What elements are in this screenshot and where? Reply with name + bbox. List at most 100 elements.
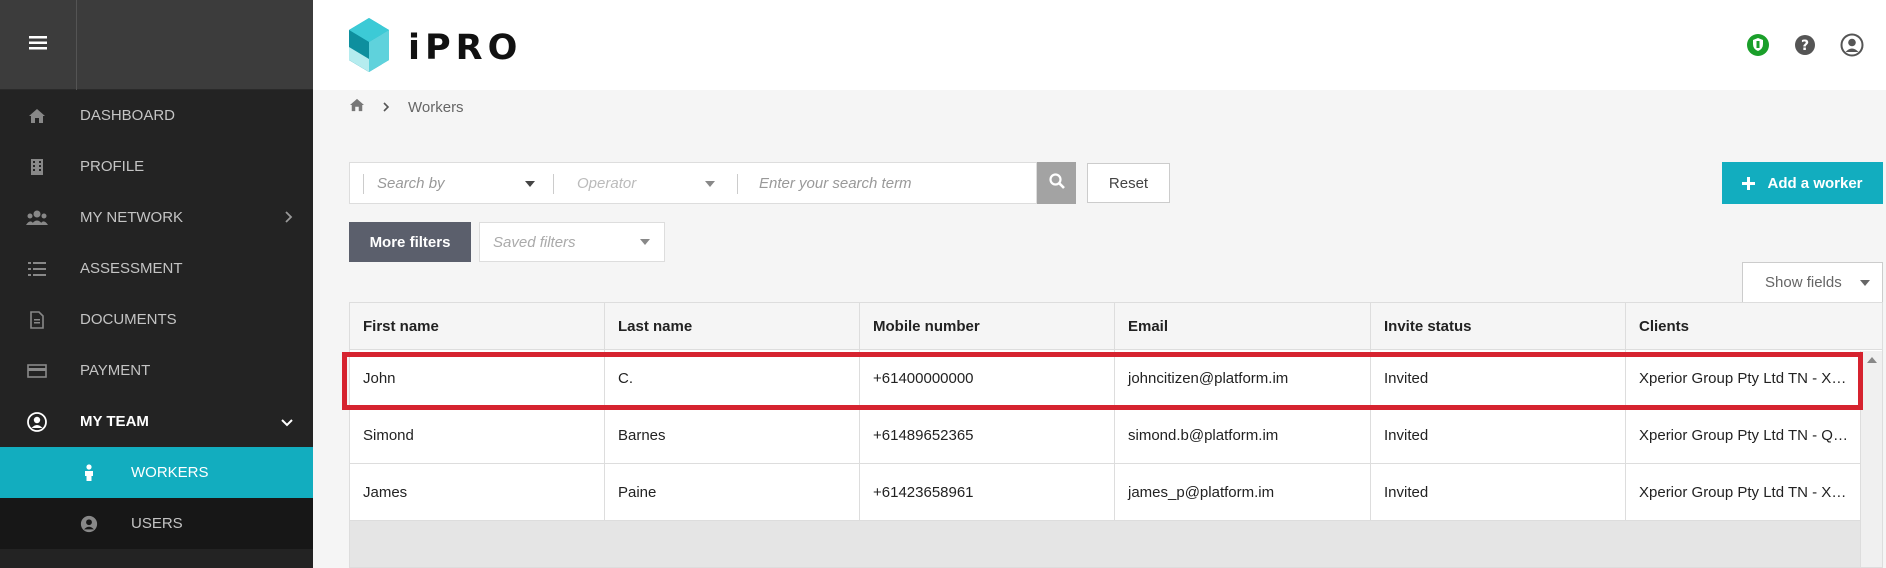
sidebar: DASHBOARD PROFILE MY NETWORK ASSESSMENT … <box>0 0 313 568</box>
column-header-first-name[interactable]: First name <box>350 303 605 349</box>
search-button[interactable] <box>1037 162 1076 204</box>
cell-mobile: +61400000000 <box>860 350 1115 406</box>
person-icon <box>77 461 101 485</box>
sidebar-item-label: WORKERS <box>131 464 209 481</box>
table-row[interactable]: John C. +61400000000 johncitizen@platfor… <box>350 350 1882 407</box>
shield-badge-icon[interactable] <box>1746 33 1770 62</box>
sidebar-item-dashboard[interactable]: DASHBOARD <box>0 90 313 141</box>
saved-filters-select[interactable]: Saved filters <box>479 222 665 262</box>
header-icons: ? <box>1746 33 1864 62</box>
search-icon <box>1048 172 1065 194</box>
document-icon <box>25 308 49 332</box>
svg-text:?: ? <box>1801 38 1809 54</box>
sidebar-item-label: USERS <box>131 515 183 532</box>
cell-last-name: C. <box>605 350 860 406</box>
chevron-right-icon <box>285 210 293 227</box>
help-icon[interactable]: ? <box>1794 34 1816 61</box>
operator-select[interactable]: Operator <box>551 162 735 204</box>
cell-first-name: James <box>350 464 605 520</box>
vertical-scrollbar[interactable] <box>1860 351 1882 567</box>
column-header-clients[interactable]: Clients <box>1626 303 1862 349</box>
cell-email: johncitizen@platform.im <box>1115 350 1371 406</box>
show-fields-button[interactable]: Show fields <box>1742 262 1883 303</box>
home-icon <box>25 104 49 128</box>
cell-clients: Xperior Group Pty Ltd TN - Xperior Group… <box>1626 464 1862 520</box>
sidebar-item-workers[interactable]: WORKERS <box>0 447 313 498</box>
sidebar-item-documents[interactable]: DOCUMENTS <box>0 294 313 345</box>
search-by-placeholder: Search by <box>377 174 445 192</box>
home-icon[interactable] <box>349 98 365 116</box>
reset-button[interactable]: Reset <box>1087 163 1170 203</box>
sidebar-item-users[interactable]: USERS <box>0 498 313 549</box>
search-by-select[interactable]: Search by <box>349 162 551 204</box>
top-header: iPRO ? <box>313 0 1886 90</box>
user-circle-icon <box>77 512 101 536</box>
breadcrumb-current: Workers <box>408 98 464 116</box>
user-circle-icon <box>25 410 49 434</box>
cell-clients: Xperior Group Pty Ltd TN - QLD Branch <box>1626 407 1862 463</box>
building-icon <box>25 155 49 179</box>
cell-clients: Xperior Group Pty Ltd TN - Xperior Group… <box>1626 350 1862 406</box>
cell-invite-status: Invited <box>1371 350 1626 406</box>
sidebar-item-profile[interactable]: PROFILE <box>0 141 313 192</box>
column-header-mobile[interactable]: Mobile number <box>860 303 1115 349</box>
chevron-down-icon <box>640 239 650 245</box>
cell-mobile: +61489652365 <box>860 407 1115 463</box>
list-icon <box>25 257 49 281</box>
hamburger-icon <box>29 35 47 55</box>
column-header-invite-status[interactable]: Invite status <box>1371 303 1626 349</box>
chevron-down-icon <box>281 414 293 431</box>
users-icon <box>25 206 49 230</box>
sidebar-item-label: ASSESSMENT <box>80 260 183 277</box>
cell-clients-text: Xperior Group Pty Ltd TN - Xperior Group… <box>1639 369 1862 387</box>
menu-toggle-button[interactable] <box>0 0 77 90</box>
column-header-last-name[interactable]: Last name <box>605 303 860 349</box>
add-worker-button[interactable]: Add a worker <box>1722 162 1883 204</box>
sidebar-item-label: PROFILE <box>80 158 145 175</box>
sidebar-item-payment[interactable]: PAYMENT <box>0 345 313 396</box>
sidebar-top <box>0 0 313 90</box>
table-row[interactable]: James Paine +61423658961 james_p@platfor… <box>350 464 1882 521</box>
sidebar-item-label: MY TEAM <box>80 413 149 430</box>
search-input-placeholder: Enter your search term <box>759 174 912 192</box>
chevron-down-icon <box>525 181 535 187</box>
sidebar-item-label: PAYMENT <box>80 362 151 379</box>
credit-card-icon <box>25 359 49 383</box>
table-row[interactable]: Simond Barnes +61489652365 simond.b@plat… <box>350 407 1882 464</box>
sidebar-item-label: DOCUMENTS <box>80 311 177 328</box>
breadcrumb: Workers <box>349 98 464 116</box>
brand-name: iPRO <box>408 27 523 68</box>
show-fields-label: Show fields <box>1765 274 1842 291</box>
ipro-logo[interactable]: iPRO <box>348 17 522 78</box>
cell-invite-status: Invited <box>1371 464 1626 520</box>
sidebar-item-label: DASHBOARD <box>80 107 176 124</box>
main-content: Workers Search by Operator Enter your se… <box>313 90 1886 568</box>
operator-placeholder: Operator <box>577 174 637 192</box>
plus-icon <box>1742 176 1756 190</box>
cell-last-name: Barnes <box>605 407 860 463</box>
chevron-down-icon <box>705 181 715 187</box>
saved-filters-placeholder: Saved filters <box>493 233 576 251</box>
chevron-down-icon <box>1860 280 1870 286</box>
add-worker-label: Add a worker <box>1767 174 1863 192</box>
sidebar-item-my-team[interactable]: MY TEAM <box>0 396 313 447</box>
cell-clients-text: Xperior Group Pty Ltd TN - QLD Branch <box>1639 426 1862 444</box>
sidebar-item-assessment[interactable]: ASSESSMENT <box>0 243 313 294</box>
cell-mobile: +61423658961 <box>860 464 1115 520</box>
column-header-email[interactable]: Email <box>1115 303 1371 349</box>
cell-invite-status: Invited <box>1371 407 1626 463</box>
chevron-right-icon <box>383 99 390 116</box>
table-header: First name Last name Mobile number Email… <box>350 303 1882 350</box>
more-filters-button[interactable]: More filters <box>349 222 471 262</box>
cell-first-name: John <box>350 350 605 406</box>
sidebar-item-label: MY NETWORK <box>80 209 184 226</box>
hexagon-logo-icon <box>348 17 390 78</box>
scroll-up-arrow-icon[interactable] <box>1867 357 1877 363</box>
cell-clients-text: Xperior Group Pty Ltd TN - Xperior Group… <box>1639 483 1862 501</box>
search-input[interactable]: Enter your search term <box>735 162 1037 204</box>
sidebar-item-my-network[interactable]: MY NETWORK <box>0 192 313 243</box>
account-icon[interactable] <box>1840 33 1864 62</box>
cell-email: simond.b@platform.im <box>1115 407 1371 463</box>
cell-last-name: Paine <box>605 464 860 520</box>
cell-email: james_p@platform.im <box>1115 464 1371 520</box>
